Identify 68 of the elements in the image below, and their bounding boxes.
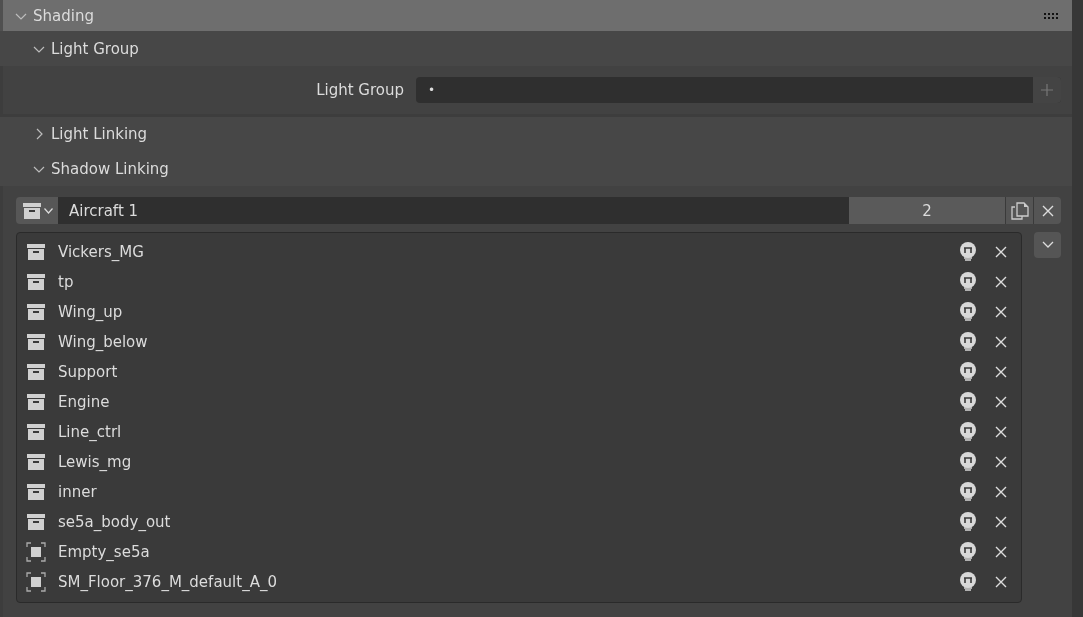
scrollbar[interactable] [1072, 0, 1083, 617]
subpanel-title[interactable]: Light Group [51, 39, 139, 58]
plus-icon [1041, 84, 1053, 96]
collection-box-icon [21, 200, 42, 221]
chevron-down-icon [1041, 241, 1054, 249]
duplicate-button[interactable] [1005, 197, 1033, 224]
panel-title[interactable]: Shading [33, 6, 94, 25]
collection-box-icon [26, 482, 46, 502]
item-name[interactable]: Engine [58, 393, 947, 411]
remove-icon[interactable] [995, 546, 1007, 558]
light-bulb-icon[interactable] [959, 392, 977, 412]
collection-box-icon [26, 272, 46, 292]
collection-box-icon [26, 392, 46, 412]
item-name[interactable]: Wing_below [58, 333, 947, 351]
chevron-down-icon [43, 207, 53, 214]
light-bulb-icon[interactable] [959, 302, 977, 322]
collection-box-icon [26, 332, 46, 352]
item-name[interactable]: Wing_up [58, 303, 947, 321]
light-bulb-icon[interactable] [959, 572, 977, 592]
remove-icon[interactable] [995, 396, 1007, 408]
remove-icon[interactable] [995, 336, 1007, 348]
empty-object-icon [26, 542, 46, 562]
item-name[interactable]: Vickers_MG [58, 243, 947, 261]
item-name[interactable]: Line_ctrl [58, 423, 947, 441]
collection-box-icon [26, 452, 46, 472]
user-count[interactable]: 2 [849, 197, 1005, 224]
remove-icon[interactable] [995, 456, 1007, 468]
remove-icon[interactable] [995, 426, 1007, 438]
light-bulb-icon[interactable] [959, 272, 977, 292]
field-label: Light Group [315, 81, 405, 99]
light-bulb-icon[interactable] [959, 512, 977, 532]
light-bulb-icon[interactable] [959, 452, 977, 472]
light-bulb-icon[interactable] [959, 362, 977, 382]
item-name[interactable]: tp [58, 273, 947, 291]
item-name[interactable]: SM_Floor_376_M_default_A_0 [58, 573, 947, 591]
light-bulb-icon[interactable] [959, 422, 977, 442]
collection-box-icon [26, 512, 46, 532]
list-menu-button[interactable] [1034, 232, 1061, 258]
item-name[interactable]: inner [58, 483, 947, 501]
copy-icon [1010, 201, 1029, 220]
collection-box-icon [26, 242, 46, 262]
light-group-field[interactable]: • [416, 77, 1061, 103]
light-bulb-icon[interactable] [959, 332, 977, 352]
collection-browse-button[interactable] [16, 197, 58, 224]
remove-icon[interactable] [995, 246, 1007, 258]
collection-box-icon [26, 362, 46, 382]
remove-icon[interactable] [995, 576, 1007, 588]
close-icon [1041, 204, 1054, 217]
item-name[interactable]: Empty_se5a [58, 543, 947, 561]
subpanel-title[interactable]: Shadow Linking [51, 159, 169, 178]
unlink-button[interactable] [1033, 197, 1061, 224]
remove-icon[interactable] [995, 516, 1007, 528]
remove-icon[interactable] [995, 276, 1007, 288]
collection-box-icon [26, 422, 46, 442]
collection-name-field[interactable]: Aircraft 1 [58, 197, 849, 224]
empty-object-icon [26, 572, 46, 592]
collection-box-icon [26, 302, 46, 322]
drag-handle-icon[interactable] [1044, 12, 1060, 19]
item-name[interactable]: se5a_body_out [58, 513, 947, 531]
remove-icon[interactable] [995, 306, 1007, 318]
light-bulb-icon[interactable] [959, 242, 977, 262]
item-name[interactable]: Support [58, 363, 947, 381]
remove-icon[interactable] [995, 486, 1007, 498]
light-bulb-icon[interactable] [959, 482, 977, 502]
subpanel-title[interactable]: Light Linking [51, 125, 148, 143]
remove-icon[interactable] [995, 366, 1007, 378]
item-name[interactable]: Lewis_mg [58, 453, 947, 471]
light-bulb-icon[interactable] [959, 542, 977, 562]
